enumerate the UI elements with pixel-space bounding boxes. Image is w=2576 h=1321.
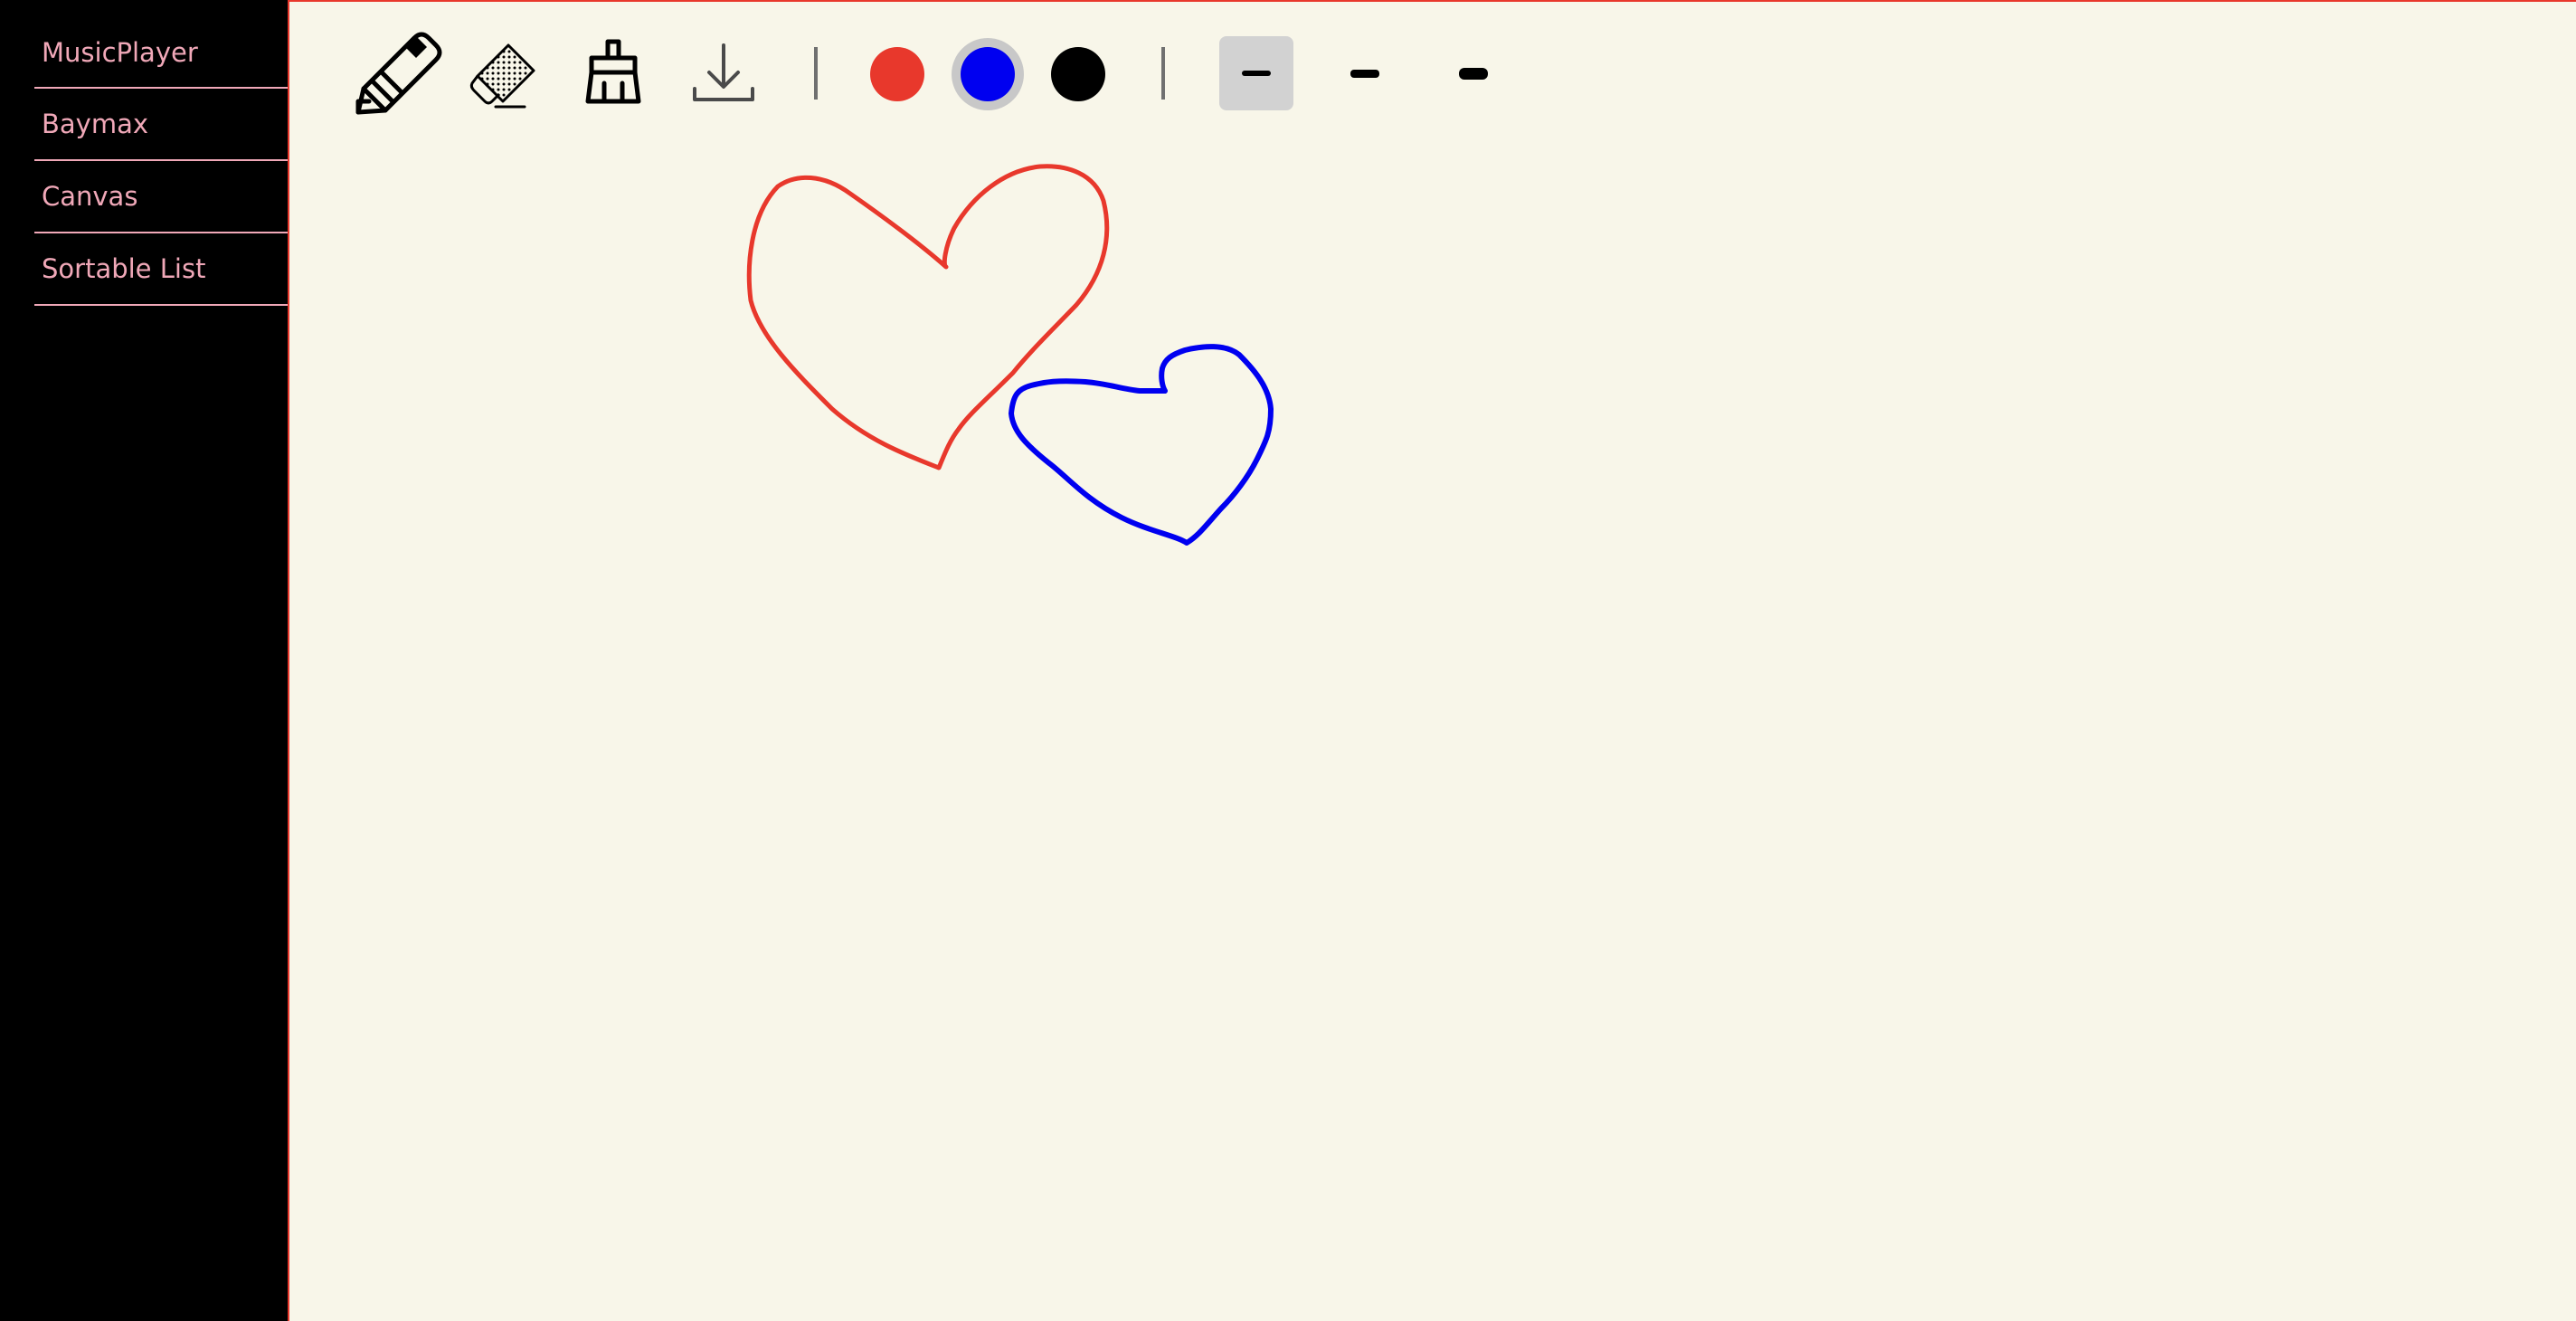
- color-swatch-blue[interactable]: [952, 38, 1024, 110]
- stroke-size-thin-icon: [1242, 71, 1271, 76]
- download-button[interactable]: [687, 38, 760, 110]
- sidebar-nav: MusicPlayer Baymax Canvas Sortable List: [34, 18, 288, 306]
- eraser-tool-button[interactable]: [469, 38, 541, 110]
- red-heart-stroke: [746, 164, 1110, 470]
- stroke-size-medium-icon: [1350, 69, 1379, 78]
- sidebar: MusicPlayer Baymax Canvas Sortable List: [0, 0, 288, 1321]
- blue-heart-stroke: [1009, 344, 1274, 546]
- sidebar-item-label: Sortable List: [42, 253, 206, 284]
- sidebar-item-label: Canvas: [42, 181, 138, 212]
- stroke-size-thick-icon: [1459, 67, 1488, 80]
- color-swatch-blue-fill: [961, 47, 1015, 101]
- drawing-canvas[interactable]: [289, 119, 2574, 1319]
- stroke-size-thin-button[interactable]: [1219, 36, 1293, 110]
- download-icon: [693, 43, 754, 101]
- sidebar-item-canvas[interactable]: Canvas: [34, 161, 288, 233]
- sidebar-item-label: MusicPlayer: [42, 37, 198, 68]
- sidebar-item-sortable-list[interactable]: Sortable List: [34, 233, 288, 306]
- sidebar-item-label: Baymax: [42, 109, 149, 139]
- eraser-icon: [469, 43, 535, 109]
- sidebar-item-musicplayer[interactable]: MusicPlayer: [34, 18, 288, 89]
- color-swatch-red[interactable]: [870, 47, 924, 101]
- stroke-size-thick-button[interactable]: [1436, 36, 1511, 110]
- stroke-size-medium-button[interactable]: [1328, 36, 1402, 110]
- toolbar-divider: [1161, 47, 1165, 100]
- color-swatch-black[interactable]: [1051, 47, 1105, 101]
- toolbar-divider: [814, 47, 818, 100]
- canvas-page: [288, 0, 2576, 1321]
- clear-brush-icon: [585, 39, 641, 104]
- pencil-icon: [355, 32, 442, 115]
- pencil-tool-button[interactable]: [349, 25, 443, 119]
- clear-canvas-button[interactable]: [577, 36, 649, 109]
- sidebar-item-baymax[interactable]: Baymax: [34, 89, 288, 161]
